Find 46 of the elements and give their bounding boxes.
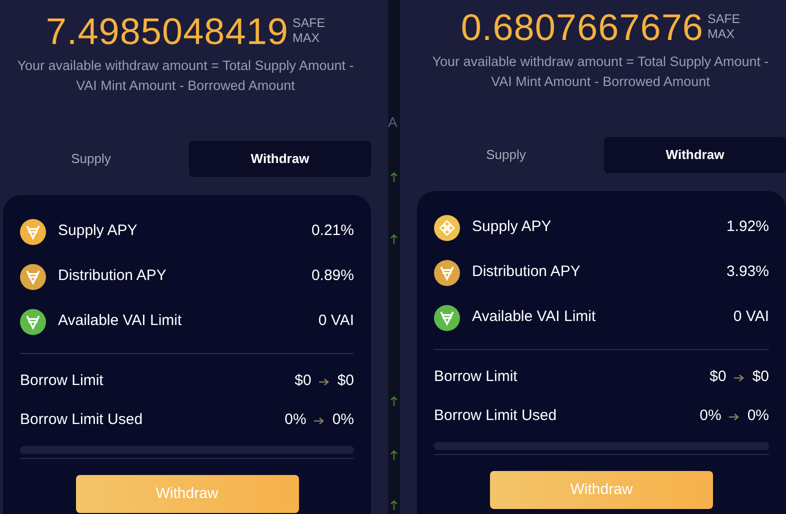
safe-label: SAFE [707,12,740,27]
limit-label: Borrow Limit [20,371,104,392]
arrow-icon [314,416,324,424]
stat-label: Supply APY [58,221,138,242]
stat-label: Distribution APY [472,262,582,282]
limit-to-value: $0 [337,371,354,392]
limit-from-value: 0% [284,410,306,430]
stat-label: Supply APY [472,217,552,238]
stat-label: Available VAI Limit [58,311,183,332]
tab[interactable]: Withdraw [189,141,371,177]
arrow-icon [729,412,740,420]
tab[interactable]: Supply [0,141,182,177]
limit-label: Borrow Limit Used [434,406,558,426]
up-arrow-icon [390,172,398,182]
limit-to-value: 0% [332,410,354,430]
stat-label: Distribution APY [58,266,168,286]
arrow-icon [734,374,744,382]
stat-value: 0 VAI [733,307,769,328]
limit-to-value: 0% [747,406,769,426]
tab[interactable]: Supply [415,137,597,173]
up-arrow-icon [390,450,398,460]
arrow-icon [319,378,330,386]
limit-from-value: $0 [294,371,312,392]
safe-label: SAFE [292,16,326,31]
stat-value: 0 VAI [318,311,354,332]
stat-label: Available VAI Limit [472,307,597,328]
stat-value: 3.93% [726,262,769,282]
up-arrow-icon [390,234,398,244]
amount-value: 0.6807667676 [460,6,704,50]
stat-value: 1.92% [726,217,769,238]
withdraw-note: Your available withdraw amount = Total Supply Amount - VAI Mint Amount - Borrowed Amount [16,57,355,95]
tab[interactable]: Withdraw [604,137,786,173]
max-label: MAX [707,27,736,42]
up-arrow-icon [390,396,398,406]
amount-value: 7.4985048419 [46,10,288,54]
limit-label: Borrow Limit [434,367,518,388]
limit-to-value: $0 [752,367,769,388]
strip-letter: A [388,113,398,132]
max-label: MAX [292,31,321,46]
up-arrow-icon [390,500,398,510]
stat-value: 0.21% [311,221,354,242]
limit-from-value: $0 [710,367,726,388]
withdraw-note: Your available withdraw amount = Total Supply Amount - VAI Mint Amount - Borrowed Amount [431,53,770,91]
limit-label: Borrow Limit Used [20,410,144,430]
stat-value: 0.89% [311,266,354,286]
limit-from-value: 0% [700,406,722,426]
